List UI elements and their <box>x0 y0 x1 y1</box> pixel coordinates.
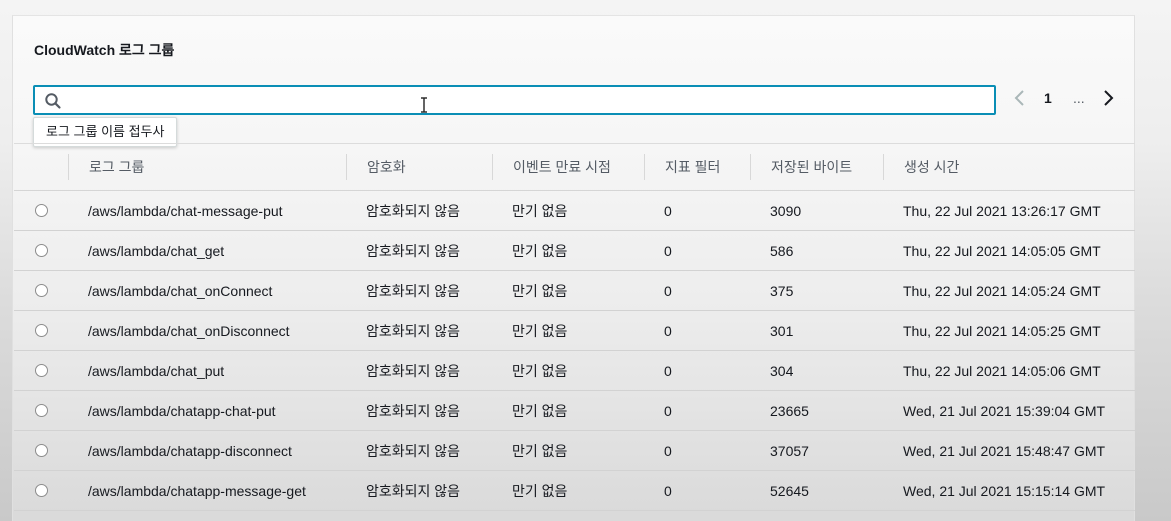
row-select-radio[interactable] <box>35 364 48 377</box>
table-row[interactable]: /aws/lambda/chat_put 암호화되지 않음 만기 없음 0 304 Thu… <box>14 351 1135 391</box>
log-group-name-cell[interactable]: /aws/lambda/chat_get <box>88 231 224 271</box>
stored-bytes-cell: 37057 <box>770 443 809 459</box>
expiration-cell: 만기 없음 <box>512 203 568 219</box>
stored-bytes-cell: 586 <box>770 243 794 259</box>
log-group-name-cell[interactable]: /aws/lambda/chat_onDisconnect <box>88 311 290 351</box>
search-box[interactable] <box>33 85 996 115</box>
encryption-cell: 암호화되지 않음 <box>366 443 461 459</box>
row-select-radio[interactable] <box>35 444 48 457</box>
metric-filters-cell: 0 <box>664 363 672 379</box>
next-page-button[interactable] <box>1101 84 1117 112</box>
encryption-cell: 암호화되지 않음 <box>366 243 461 259</box>
stored-bytes-cell: 301 <box>770 323 794 339</box>
chevron-right-icon <box>1104 90 1114 106</box>
column-header-metric-filters[interactable]: 지표 필터 <box>644 154 750 180</box>
creation-time-cell: Thu, 22 Jul 2021 14:05:24 GMT <box>903 283 1101 299</box>
row-select-radio[interactable] <box>35 244 48 257</box>
metric-filters-cell: 0 <box>664 443 672 459</box>
search-input[interactable] <box>71 87 971 113</box>
encryption-cell: 암호화되지 않음 <box>366 403 461 419</box>
log-group-name-cell[interactable]: /aws/lambda/chatapp-disconnect <box>88 431 292 471</box>
table-row[interactable]: /aws/lambda/chat_onDisconnect 암호화되지 않음 만기 … <box>14 311 1135 351</box>
log-group-name-cell[interactable]: /aws/lambda/chat_put <box>88 351 224 391</box>
row-select-radio[interactable] <box>35 284 48 297</box>
expiration-cell: 만기 없음 <box>512 443 568 459</box>
metric-filters-cell: 0 <box>664 483 672 499</box>
row-select-radio[interactable] <box>35 204 48 217</box>
metric-filters-cell: 0 <box>664 203 672 219</box>
row-select-radio[interactable] <box>35 484 48 497</box>
table-row[interactable]: /aws/lambda/chatapp-chat-put 암호화되지 않음 만기 없… <box>14 391 1135 431</box>
column-header-encryption[interactable]: 암호화 <box>346 154 492 180</box>
metric-filters-cell: 0 <box>664 403 672 419</box>
log-group-name-cell[interactable]: /aws/lambda/chat-message-put <box>88 191 283 231</box>
expiration-cell: 만기 없음 <box>512 403 568 419</box>
stored-bytes-cell: 375 <box>770 283 794 299</box>
chevron-left-icon <box>1014 90 1024 106</box>
encryption-cell: 암호화되지 않음 <box>366 323 461 339</box>
creation-time-cell: Wed, 21 Jul 2021 15:15:14 GMT <box>903 483 1106 499</box>
creation-time-cell: Thu, 22 Jul 2021 14:05:05 GMT <box>903 243 1101 259</box>
expiration-cell: 만기 없음 <box>512 283 568 299</box>
previous-page-button[interactable] <box>1013 84 1029 112</box>
stored-bytes-cell: 304 <box>770 363 794 379</box>
creation-time-cell: Thu, 22 Jul 2021 14:05:25 GMT <box>903 323 1101 339</box>
expiration-cell: 만기 없음 <box>512 363 568 379</box>
stored-bytes-cell: 3090 <box>770 203 802 219</box>
column-header-creation-time[interactable]: 생성 시간 <box>883 154 1083 180</box>
search-icon <box>45 93 61 109</box>
row-select-radio[interactable] <box>35 404 48 417</box>
log-group-name-cell[interactable]: /aws/lambda/chat_onConnect <box>88 271 272 311</box>
pagination-ellipsis: ... <box>1073 90 1085 106</box>
creation-time-cell: Wed, 21 Jul 2021 15:48:47 GMT <box>903 443 1106 459</box>
column-header-stored-bytes[interactable]: 저장된 바이트 <box>750 154 883 180</box>
creation-time-cell: Thu, 22 Jul 2021 14:05:06 GMT <box>903 363 1101 379</box>
log-groups-panel: CloudWatch 로그 그룹 로그 그룹 이름 접두사 1 ... 로그 그… <box>12 15 1135 521</box>
encryption-cell: 암호화되지 않음 <box>366 363 461 379</box>
row-select-radio[interactable] <box>35 324 48 337</box>
expiration-cell: 만기 없음 <box>512 243 568 259</box>
log-group-name-cell[interactable]: /aws/lambda/chatapp-message-get <box>88 471 306 511</box>
encryption-cell: 암호화되지 않음 <box>366 483 461 499</box>
column-header-expiration[interactable]: 이벤트 만료 시점 <box>492 154 644 180</box>
metric-filters-cell: 0 <box>664 243 672 259</box>
metric-filters-cell: 0 <box>664 323 672 339</box>
expiration-cell: 만기 없음 <box>512 483 568 499</box>
page-number-button[interactable]: 1 <box>1044 84 1052 112</box>
table-row[interactable]: /aws/lambda/chatapp-disconnect 암호화되지 않음 만기… <box>14 431 1135 471</box>
log-group-name-cell[interactable]: /aws/lambda/chatapp-chat-put <box>88 391 276 431</box>
expiration-cell: 만기 없음 <box>512 323 568 339</box>
table-row[interactable]: /aws/lambda/chat_get 암호화되지 않음 만기 없음 0 586 Thu… <box>14 231 1135 271</box>
encryption-cell: 암호화되지 않음 <box>366 203 461 219</box>
panel-title: CloudWatch 로그 그룹 <box>34 42 175 58</box>
column-header-log-group[interactable]: 로그 그룹 <box>68 154 346 180</box>
creation-time-cell: Wed, 21 Jul 2021 15:39:04 GMT <box>903 403 1106 419</box>
table-row[interactable]: /aws/lambda/chatapp-message-get 암호화되지 않음 만… <box>14 471 1135 511</box>
metric-filters-cell: 0 <box>664 283 672 299</box>
text-cursor-icon <box>421 97 427 113</box>
table-row[interactable]: /aws/lambda/chat_onConnect 암호화되지 않음 만기 없음 0… <box>14 271 1135 311</box>
encryption-cell: 암호화되지 않음 <box>366 283 461 299</box>
stored-bytes-cell: 52645 <box>770 483 809 499</box>
stored-bytes-cell: 23665 <box>770 403 809 419</box>
table-header: 로그 그룹 암호화 이벤트 만료 시점 지표 필터 저장된 바이트 생성 시간 <box>14 143 1135 191</box>
creation-time-cell: Thu, 22 Jul 2021 13:26:17 GMT <box>903 203 1101 219</box>
table-row[interactable]: /aws/lambda/chat-message-put 암호화되지 않음 만기 없… <box>14 191 1135 231</box>
